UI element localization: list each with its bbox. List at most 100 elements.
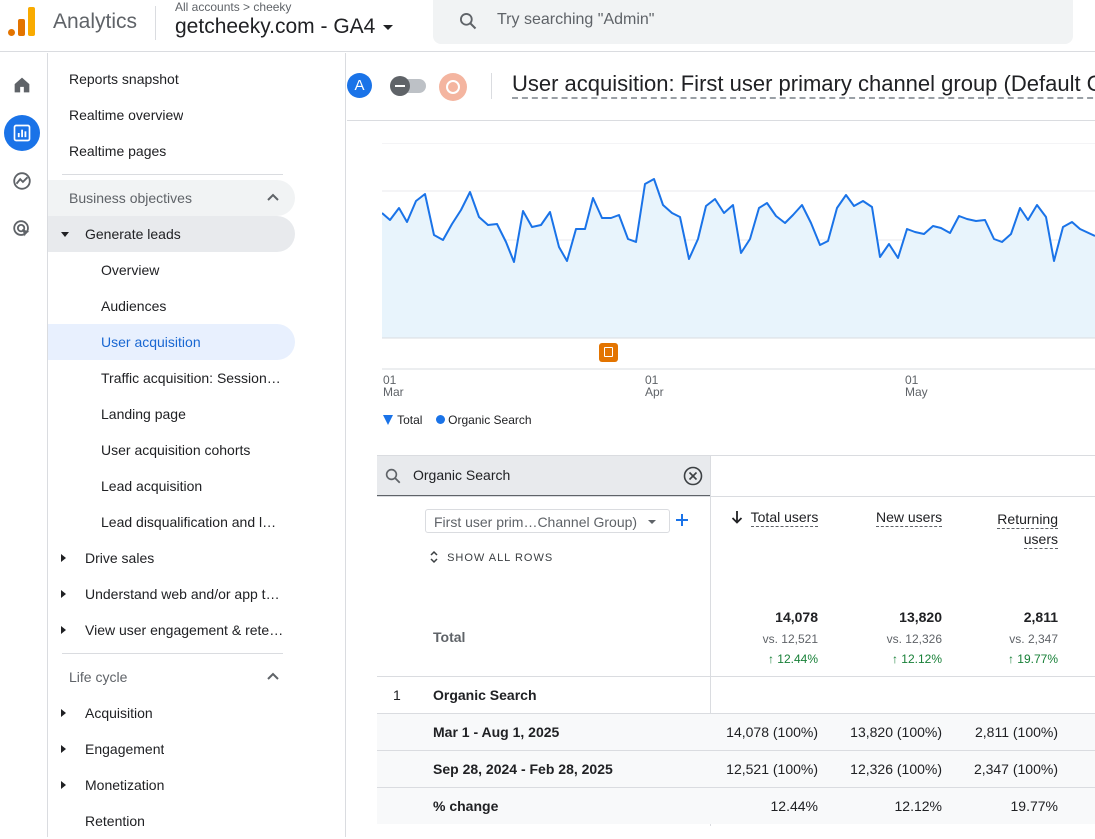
nav-realtime-pages[interactable]: Realtime pages <box>69 133 166 169</box>
cell-total-users: 12,521 (100%) <box>726 761 818 777</box>
column-new-users-label: New users <box>876 509 943 527</box>
home-button[interactable] <box>4 67 40 103</box>
annotation-marker-icon[interactable] <box>599 343 618 362</box>
nav-drive-sales[interactable]: Drive sales <box>85 540 154 576</box>
reports-icon <box>13 124 31 142</box>
search-icon <box>460 13 477 30</box>
row-date-range-previous: Sep 28, 2024 - Feb 28, 2025 <box>433 761 613 777</box>
nav-realtime-overview[interactable]: Realtime overview <box>69 97 183 133</box>
total-row-label: Total <box>433 629 466 645</box>
add-dimension-icon[interactable] <box>675 513 689 527</box>
row-divider <box>377 676 1095 677</box>
x-tick-apr: 01 Apr <box>645 374 664 398</box>
comparison-avatar[interactable]: A <box>347 73 372 98</box>
cell-new-users: 13,820 (100%) <box>850 724 942 740</box>
row-percent-change: % change <box>433 798 499 814</box>
table-search-input[interactable]: Organic Search <box>413 467 510 483</box>
nav-traffic-acquisition[interactable]: Traffic acquisition: Session… <box>101 360 291 396</box>
legend-total: Total <box>397 413 423 427</box>
explore-icon <box>13 172 31 190</box>
chevron-up-icon[interactable] <box>266 192 280 202</box>
sidebar-divider <box>62 653 283 654</box>
column-new-users[interactable]: New users <box>876 509 943 527</box>
nav-monetization[interactable]: Monetization <box>85 767 164 803</box>
search-bar[interactable]: Try searching "Admin" <box>433 0 1073 44</box>
nav-reports-snapshot[interactable]: Reports snapshot <box>69 61 179 97</box>
column-returning-users[interactable]: Returning users <box>958 509 1058 549</box>
nav-lead-acquisition[interactable]: Lead acquisition <box>101 468 291 504</box>
nav-understand-web[interactable]: Understand web and/or app t… <box>85 576 295 612</box>
caret-right-icon <box>61 709 66 717</box>
caret-right-icon <box>61 554 66 562</box>
advertising-button[interactable] <box>4 211 40 247</box>
nav-generate-leads[interactable]: Generate leads <box>85 216 181 252</box>
legend-organic-dot-icon <box>435 415 445 424</box>
show-all-rows-button[interactable]: SHOW ALL ROWS <box>429 550 553 564</box>
column-returning-label-line2: users <box>1023 531 1058 549</box>
chevron-up-icon[interactable] <box>266 671 280 681</box>
x-tick-month: Mar <box>383 385 404 399</box>
reports-button[interactable] <box>4 115 40 151</box>
returning-users-vs: vs. 2,347 <box>1009 632 1058 646</box>
report-main: A User acquisition: First user primary c… <box>347 53 1095 837</box>
nav-lead-disqualification[interactable]: Lead disqualification and l… <box>101 504 291 540</box>
nav-view-user-engagement[interactable]: View user engagement & rete… <box>85 612 295 648</box>
nav-retention[interactable]: Retention <box>85 803 145 839</box>
x-tick-month: Apr <box>645 385 664 399</box>
cell-returning-users: 2,347 (100%) <box>973 761 1058 777</box>
cell-total-users: 14,078 (100%) <box>726 724 818 740</box>
caret-right-icon <box>61 745 66 753</box>
table-search-box[interactable]: Organic Search <box>377 456 710 496</box>
table-header-border <box>377 496 1095 497</box>
nav-audiences[interactable]: Audiences <box>101 288 291 324</box>
nav-user-acquisition[interactable]: User acquisition <box>101 324 291 360</box>
property-selector[interactable]: getcheeky.com - GA4 <box>175 15 394 39</box>
total-legend-icon <box>383 415 393 425</box>
cell-new-users: 12.12% <box>894 798 942 814</box>
total-users-value: 14,078 <box>775 609 818 625</box>
breadcrumb[interactable]: All accounts > cheeky <box>175 0 291 14</box>
cell-returning-users: 19.77% <box>1010 798 1058 814</box>
search-icon <box>385 468 401 484</box>
left-rail <box>0 53 48 837</box>
property-name: getcheeky.com - GA4 <box>175 15 376 38</box>
nav-user-acquisition-cohorts[interactable]: User acquisition cohorts <box>101 432 291 468</box>
header-divider <box>155 6 156 40</box>
search-placeholder: Try searching "Admin" <box>497 11 655 28</box>
x-tick-may: 01 May <box>905 374 928 398</box>
row-organic-search[interactable]: Organic Search <box>433 687 537 703</box>
dimension-select[interactable]: First user prim…Channel Group) <box>425 509 670 533</box>
column-total-users[interactable]: Total users <box>731 509 819 527</box>
app-name: Analytics <box>53 10 138 33</box>
sidebar-divider <box>62 174 283 175</box>
breadcrumb-all-accounts[interactable]: All accounts <box>175 0 240 14</box>
analytics-logo-icon[interactable] <box>8 6 36 36</box>
nav-landing-page[interactable]: Landing page <box>101 396 291 432</box>
top-bar: Analytics All accounts > cheeky getcheek… <box>0 0 1095 52</box>
caret-down-icon <box>383 24 394 30</box>
show-all-rows-label: SHOW ALL ROWS <box>447 552 554 564</box>
column-total-users-label: Total users <box>750 509 819 527</box>
breadcrumb-account[interactable]: cheeky <box>253 0 291 14</box>
expand-icon <box>430 550 438 564</box>
nav-acquisition[interactable]: Acquisition <box>85 695 153 731</box>
report-sidebar: Reports snapshot Realtime overview Realt… <box>48 53 346 837</box>
new-users-change: ↑ 12.12% <box>891 652 942 666</box>
advertising-icon <box>13 220 30 237</box>
users-line-chart <box>382 143 1095 370</box>
caret-right-icon <box>61 781 66 789</box>
explore-button[interactable] <box>4 163 40 199</box>
home-icon <box>14 77 30 93</box>
organic-search-comparison-chip[interactable] <box>439 73 467 101</box>
nav-engagement[interactable]: Engagement <box>85 731 164 767</box>
caret-down-icon <box>61 232 69 237</box>
report-title[interactable]: User acquisition: First user primary cha… <box>512 70 1095 99</box>
row-date-range-current: Mar 1 - Aug 1, 2025 <box>433 724 560 740</box>
total-users-vs: vs. 12,521 <box>762 632 818 646</box>
clear-icon[interactable] <box>683 466 703 486</box>
section-life-cycle[interactable]: Life cycle <box>69 659 127 695</box>
breadcrumb-separator: > <box>243 0 251 14</box>
comparison-toggle[interactable] <box>390 76 426 96</box>
section-business-objectives-label: Business objectives <box>69 190 192 206</box>
nav-overview[interactable]: Overview <box>101 252 291 288</box>
